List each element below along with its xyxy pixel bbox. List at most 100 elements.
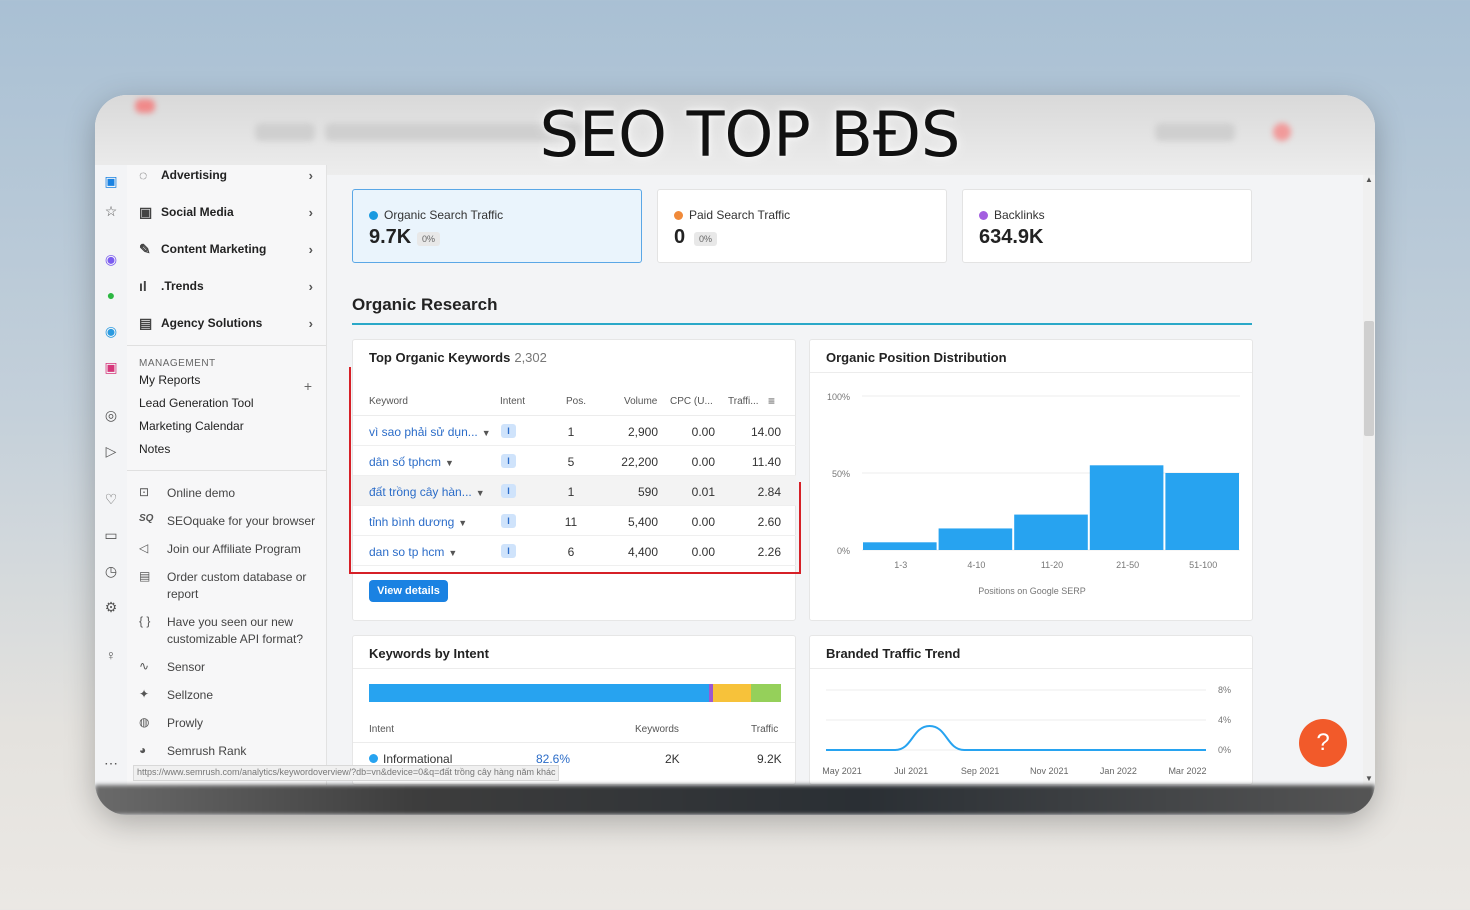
position-distribution-card: Organic Position Distribution 100% 50% 0% 1… <box>809 339 1253 621</box>
table-row[interactable]: đất trồng cây hàn... ▼ I 1 590 0.01 2.84 <box>353 476 796 506</box>
nav-label: Agency Solutions <box>161 316 263 330</box>
caret-down-icon[interactable]: ▼ <box>448 548 457 558</box>
view-details-button[interactable]: View details <box>369 580 448 602</box>
bar-21-50 <box>1089 465 1164 550</box>
col-cpc[interactable]: CPC (U... <box>670 396 713 407</box>
settings-icon[interactable]: ⚙ <box>103 599 119 615</box>
tool-semrush-rank[interactable]: ◕ Semrush Rank <box>139 743 319 760</box>
tool-sellzone[interactable]: ✦ Sellzone <box>139 687 319 704</box>
menu-notes[interactable]: Notes <box>139 442 170 456</box>
table-row[interactable]: dan so tp hcm ▼ I 6 4,400 0.00 2.26 <box>353 536 796 566</box>
col-volume[interactable]: Volume <box>624 396 657 407</box>
kpi-organic-traffic[interactable]: Organic Search Traffic 9.7K 0% <box>352 189 642 263</box>
tool-seoquake[interactable]: SQ SEOquake for your browser <box>139 513 319 530</box>
instagram-icon[interactable]: ▣ <box>103 359 119 375</box>
bulb-icon[interactable]: ♀ <box>103 647 119 663</box>
col-pos[interactable]: Pos. <box>566 396 586 407</box>
status-url: https://www.semrush.com/analytics/keywor… <box>133 765 560 781</box>
whatsapp-icon[interactable]: ● <box>103 287 119 303</box>
more-icon[interactable]: ⋯ <box>103 755 119 771</box>
add-report-icon[interactable]: + <box>304 378 312 394</box>
tool-sensor[interactable]: ∿ Sensor <box>139 659 319 676</box>
seoquake-icon: SQ <box>139 513 154 524</box>
tool-label: Order custom database or report <box>167 570 307 601</box>
play-icon[interactable]: ◎ <box>103 407 119 423</box>
heart-icon[interactable]: ♡ <box>103 491 119 507</box>
cell-volume: 4,400 <box>627 545 658 559</box>
tool-custom-database[interactable]: ▤ Order custom database or report <box>139 569 319 603</box>
nav-content-marketing[interactable]: ✎ Content Marketing › <box>139 237 317 261</box>
star-icon[interactable]: ☆ <box>103 203 119 219</box>
intent-badge: I <box>501 544 516 558</box>
col-traffic[interactable]: Traffi... <box>728 396 759 407</box>
cell-traffic: 2.84 <box>757 485 781 499</box>
clock-icon[interactable]: ◷ <box>103 563 119 579</box>
scrollbar-thumb[interactable] <box>1364 321 1374 436</box>
keyword-link[interactable]: đất trồng cây hàn... ▼ <box>369 485 485 499</box>
help-button[interactable]: ? <box>1299 719 1347 767</box>
kpi-value: 634.9K <box>979 226 1044 248</box>
rank-icon: ◕ <box>139 743 147 757</box>
tool-online-demo[interactable]: ⊡ Online demo <box>139 485 319 502</box>
tool-prowly[interactable]: ◍ Prowly <box>139 715 319 732</box>
intent-pct[interactable]: 82.6% <box>536 752 570 766</box>
nav-agency-solutions[interactable]: ▤ Agency Solutions › <box>139 311 317 335</box>
col-keyword[interactable]: Keyword <box>369 396 408 407</box>
menu-marketing-calendar[interactable]: Marketing Calendar <box>139 419 244 433</box>
cell-pos: 5 <box>567 455 575 469</box>
chevron-right-icon: › <box>308 204 313 220</box>
tool-api-format[interactable]: { } Have you seen our new customizable A… <box>139 614 319 648</box>
agency-icon: ▤ <box>139 314 153 331</box>
keyword-link[interactable]: vì sao phải sử dụn... ▼ <box>369 425 491 439</box>
menu-my-reports[interactable]: My Reports <box>139 373 200 387</box>
tool-label: Online demo <box>167 486 236 500</box>
cell-pos: 11 <box>564 515 578 529</box>
code-braces-icon: { } <box>139 614 151 628</box>
cell-pos: 1 <box>567 485 575 499</box>
nav-trends[interactable]: ıl .Trends › <box>139 274 317 298</box>
x-tick-label: 21-50 <box>1116 560 1139 570</box>
scroll-down-icon[interactable]: ▼ <box>1365 774 1373 783</box>
sidebar-divider <box>127 345 326 346</box>
caret-down-icon[interactable]: ▼ <box>476 488 485 498</box>
cell-volume: 2,900 <box>627 425 658 439</box>
table-row[interactable]: dân số tphcm ▼ I 5 22,200 0.00 11.40 <box>353 446 796 476</box>
kpi-paid-traffic[interactable]: Paid Search Traffic 0 0% <box>657 189 947 263</box>
bar-51-100 <box>1165 473 1239 550</box>
tool-label: Semrush Rank <box>167 744 247 758</box>
megaphone-icon: ◁ <box>139 541 149 555</box>
table-row[interactable]: vì sao phải sử dụn... ▼ I 1 2,900 0.00 14.00 <box>353 416 796 446</box>
backlinks-dot <box>979 210 988 220</box>
cell-cpc: 0.01 <box>691 485 715 499</box>
keyword-link[interactable]: tỉnh bình dương ▼ <box>369 515 467 529</box>
caret-down-icon[interactable]: ▼ <box>458 518 467 528</box>
table-row[interactable]: tỉnh bình dương ▼ I 11 5,400 0.00 2.60 <box>353 506 796 536</box>
sort-icon[interactable]: ≡ <box>768 394 775 408</box>
telegram-icon[interactable]: ◉ <box>103 323 119 339</box>
tool-affiliate[interactable]: ◁ Join our Affiliate Program <box>139 541 319 558</box>
intent-segment-transactional[interactable] <box>751 684 781 702</box>
keyword-link[interactable]: dan so tp hcm ▼ <box>369 545 457 559</box>
keyword-link[interactable]: dân số tphcm ▼ <box>369 455 454 469</box>
caret-down-icon[interactable]: ▼ <box>445 458 454 468</box>
section-underline <box>352 323 1252 325</box>
caret-down-icon[interactable]: ▼ <box>482 428 491 438</box>
cast-icon[interactable]: ▭ <box>103 527 119 543</box>
intent-stacked-bar <box>369 684 781 702</box>
col-intent[interactable]: Intent <box>500 396 525 407</box>
scroll-up-icon[interactable]: ▲ <box>1365 175 1373 184</box>
menu-lead-generation[interactable]: Lead Generation Tool <box>139 396 254 410</box>
x-tick-label: 1-3 <box>894 560 907 570</box>
home-icon[interactable]: ▣ <box>103 173 119 189</box>
kpi-backlinks[interactable]: Backlinks 634.9K <box>962 189 1252 263</box>
scrollbar[interactable]: ▲ ▼ <box>1363 175 1375 785</box>
col-intent: Intent <box>369 724 395 735</box>
nav-social-media[interactable]: ▣ Social Media › <box>139 200 317 224</box>
branded-traffic-card: Branded Traffic Trend 8% 4% 0% May 2021 Jul … <box>809 635 1253 785</box>
intent-segment-commercial[interactable] <box>713 684 752 702</box>
intent-segment-informational[interactable] <box>369 684 710 702</box>
intent-keywords: 2K <box>665 752 680 766</box>
send-icon[interactable]: ▷ <box>103 443 119 459</box>
nav-label: Content Marketing <box>161 242 267 256</box>
messenger-icon[interactable]: ◉ <box>103 251 119 267</box>
